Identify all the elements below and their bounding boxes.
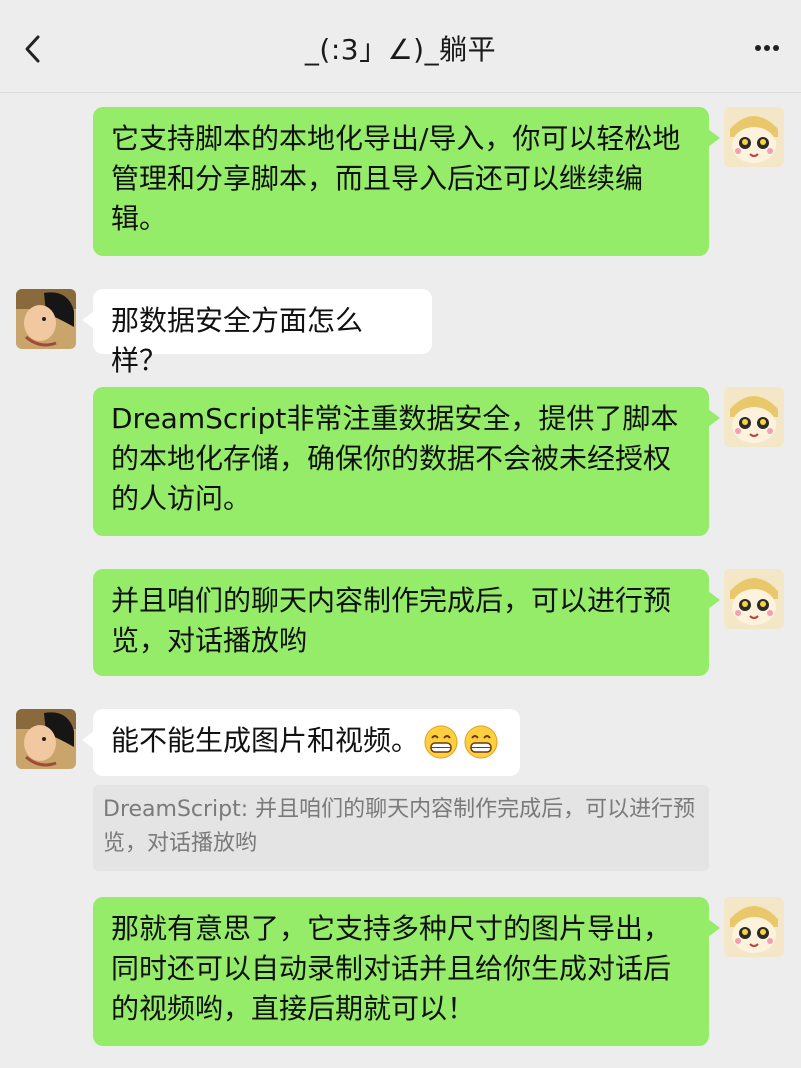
avatar-contact[interactable]: [16, 709, 76, 769]
message-text: 能不能生成图片和视频。: [111, 724, 420, 757]
chat-title: _(:3」∠)_躺平: [304, 33, 497, 66]
quoted-message[interactable]: DreamScript: 并且咱们的聊天内容制作完成后，可以进行预览，对话播放哟: [93, 785, 709, 871]
grinning-face-emoji-icon: [464, 725, 498, 759]
message-bubble-sent[interactable]: 并且咱们的聊天内容制作完成后，可以进行预览，对话播放哟: [93, 569, 720, 676]
message-bubble-sent[interactable]: DreamScript非常注重数据安全，提供了脚本的本地化存储，确保你的数据不会…: [93, 387, 720, 536]
avatar-self[interactable]: [724, 569, 784, 629]
more-dots-icon[interactable]: [753, 38, 781, 58]
title-bar: _(:3」∠)_躺平: [0, 0, 801, 93]
avatar-self[interactable]: [724, 897, 784, 957]
message-bubble-received[interactable]: 那数据安全方面怎么样？: [82, 289, 432, 377]
message-bubble-sent[interactable]: 那就有意思了，它支持多种尺寸的图片导出，同时还可以自动录制对话并且给你生成对话后…: [93, 897, 720, 1046]
avatar-self[interactable]: [724, 107, 784, 167]
message-bubble-received[interactable]: 能不能生成图片和视频。: [82, 709, 520, 776]
grinning-face-emoji-icon: [424, 725, 458, 759]
message-bubble-sent[interactable]: 它支持脚本的本地化导出/导入，你可以轻松地管理和分享脚本，而且导入后还可以继续编…: [93, 107, 720, 256]
avatar-contact[interactable]: [16, 289, 76, 349]
avatar-self[interactable]: [724, 387, 784, 447]
